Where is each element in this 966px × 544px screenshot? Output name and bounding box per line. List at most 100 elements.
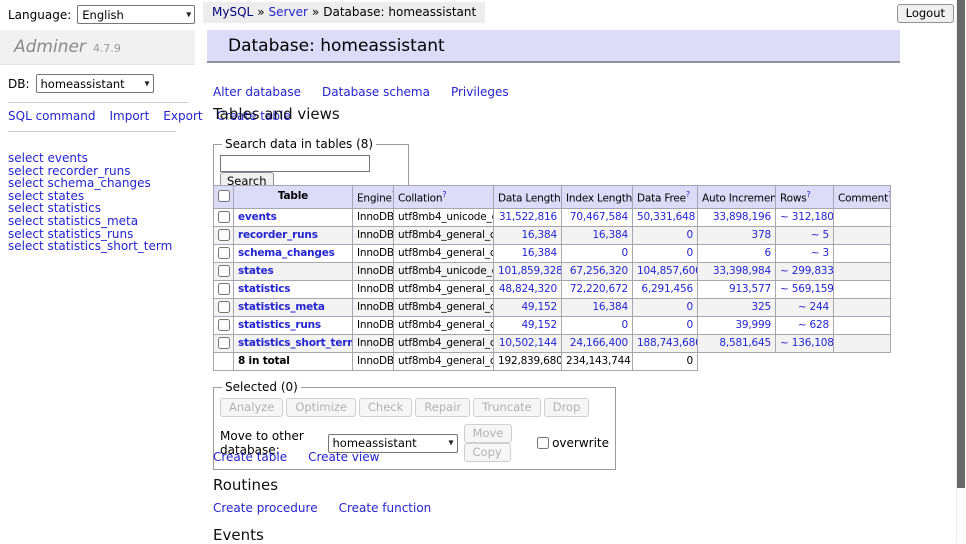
db-select[interactable]: homeassistant [36,74,154,93]
data-length-link[interactable]: 31,522,816 [499,211,557,223]
row-checkbox-statistics[interactable] [218,283,230,295]
check-button[interactable]: Check [359,398,412,417]
table-link-states[interactable]: states [238,265,274,277]
collation-cell: utf8mb4_general_ci [394,280,494,298]
column-help-link-collation[interactable]: ? [442,190,446,199]
rows-link[interactable]: ~ 244 [798,301,829,313]
sidebar-link-select-events[interactable]: select events [8,152,194,165]
index-length-link[interactable]: 70,467,584 [570,211,628,223]
link-create-view[interactable]: Create view [308,450,379,464]
column-help-link-comment[interactable]: ? [888,190,890,199]
scrollbar-track[interactable] [956,0,966,543]
link-create-table[interactable]: Create table [213,450,287,464]
move-button[interactable]: Move [464,424,513,443]
column-help-link-rows[interactable]: ? [807,190,811,199]
auto-increment-link[interactable]: 39,999 [735,319,771,331]
index-length-link[interactable]: 16,384 [592,229,628,241]
copy-button[interactable]: Copy [464,443,511,462]
scrollbar-thumb[interactable] [957,0,965,488]
row-checkbox-states[interactable] [218,265,230,277]
index-length-link[interactable]: 24,166,400 [570,337,628,349]
sidebar-link-select-statistics-meta[interactable]: select statistics_meta [8,215,194,228]
column-help-link-data-free[interactable]: ? [686,190,690,199]
rows-link[interactable]: ~ 3 [811,247,829,259]
repair-button[interactable]: Repair [415,398,470,417]
auto-increment-link[interactable]: 913,577 [729,283,771,295]
data-free-link[interactable]: 0 [687,319,693,331]
truncate-button[interactable]: Truncate [473,398,541,417]
table-link-statistics-meta[interactable]: statistics_meta [238,301,325,313]
row-checkbox-statistics-meta[interactable] [218,301,230,313]
sidebar-action-export[interactable]: Export [163,109,202,123]
rows-cell: ~ 3 [776,244,834,262]
table-link-statistics-short-term[interactable]: statistics_short_term [238,337,353,349]
data-length-link[interactable]: 48,824,320 [499,283,557,295]
rows-link[interactable]: ~ 628 [798,319,829,331]
drop-button[interactable]: Drop [544,398,590,417]
rows-link[interactable]: ~ 5 [811,229,829,241]
link-privileges[interactable]: Privileges [451,85,509,99]
breadcrumb-link-mysql[interactable]: MySQL [212,5,253,19]
table-link-statistics-runs[interactable]: statistics_runs [238,319,321,331]
link-alter-database[interactable]: Alter database [213,85,301,99]
data-length-cell: 48,824,320 [494,280,562,298]
row-checkbox-schema-changes[interactable] [218,247,230,259]
data-free-link[interactable]: 104,857,600 [637,265,698,277]
auto-increment-link[interactable]: 325 [752,301,771,313]
link-database-schema[interactable]: Database schema [322,85,430,99]
data-length-link[interactable]: 49,152 [521,301,557,313]
index-length-link[interactable]: 67,256,320 [570,265,628,277]
row-checkbox-statistics-runs[interactable] [218,319,230,331]
sidebar-link-select-statistics-short-term[interactable]: select statistics_short_term [8,240,194,253]
sidebar-action-sql-command[interactable]: SQL command [8,109,95,123]
index-length-link[interactable]: 72,220,672 [570,283,628,295]
index-length-link[interactable]: 0 [622,319,628,331]
row-checkbox-recorder-runs[interactable] [218,229,230,241]
auto-increment-link[interactable]: 8,581,645 [719,337,771,349]
link-create-function[interactable]: Create function [339,501,432,515]
sidebar-action-import[interactable]: Import [109,109,149,123]
table-link-schema-changes[interactable]: schema_changes [238,247,335,259]
index-length-cell: 72,220,672 [562,280,633,298]
sidebar-link-select-schema-changes[interactable]: select schema_changes [8,177,194,190]
row-checkbox-statistics-short-term[interactable] [218,337,230,349]
auto-increment-link[interactable]: 33,898,196 [713,211,771,223]
auto-increment-link[interactable]: 6 [765,247,771,259]
data-free-link[interactable]: 188,743,680 [637,337,698,349]
search-input[interactable] [220,155,370,172]
rows-link[interactable]: ~ 136,108 [780,337,834,349]
column-header-collation: Collation? [394,186,494,209]
analyze-button[interactable]: Analyze [220,398,283,417]
select-all-checkbox[interactable] [218,190,230,202]
data-free-link[interactable]: 6,291,456 [641,283,693,295]
index-length-link[interactable]: 16,384 [592,301,628,313]
logout-button[interactable]: Logout [897,4,954,23]
rows-link[interactable]: ~ 569,159 [780,283,834,295]
table-link-events[interactable]: events [238,211,277,223]
table-link-statistics[interactable]: statistics [238,283,290,295]
data-free-link[interactable]: 0 [687,247,693,259]
data-free-link[interactable]: 0 [687,229,693,241]
rows-link[interactable]: ~ 299,833 [780,265,834,277]
data-length-link[interactable]: 10,502,144 [499,337,557,349]
language-select[interactable]: English [77,5,195,24]
table-link-recorder-runs[interactable]: recorder_runs [238,229,318,241]
column-help: ? [686,190,690,200]
auto-increment-link[interactable]: 378 [752,229,771,241]
data-length-link[interactable]: 16,384 [521,229,557,241]
breadcrumb-link-server[interactable]: Server [269,5,308,19]
data-length-link[interactable]: 49,152 [521,319,557,331]
overwrite-checkbox[interactable] [537,437,549,449]
auto-increment-link[interactable]: 33,398,984 [713,265,771,277]
optimize-button[interactable]: Optimize [286,398,356,417]
index-length-link[interactable]: 0 [622,247,628,259]
collation-cell: utf8mb4_general_ci [394,298,494,316]
data-free-link[interactable]: 50,331,648 [637,211,695,223]
data-length-link[interactable]: 101,859,328 [498,265,562,277]
comment-cell [834,262,891,280]
link-create-procedure[interactable]: Create procedure [213,501,318,515]
data-length-link[interactable]: 16,384 [521,247,557,259]
row-checkbox-events[interactable] [218,211,230,223]
data-free-link[interactable]: 0 [687,301,693,313]
rows-link[interactable]: ~ 312,180 [780,211,834,223]
